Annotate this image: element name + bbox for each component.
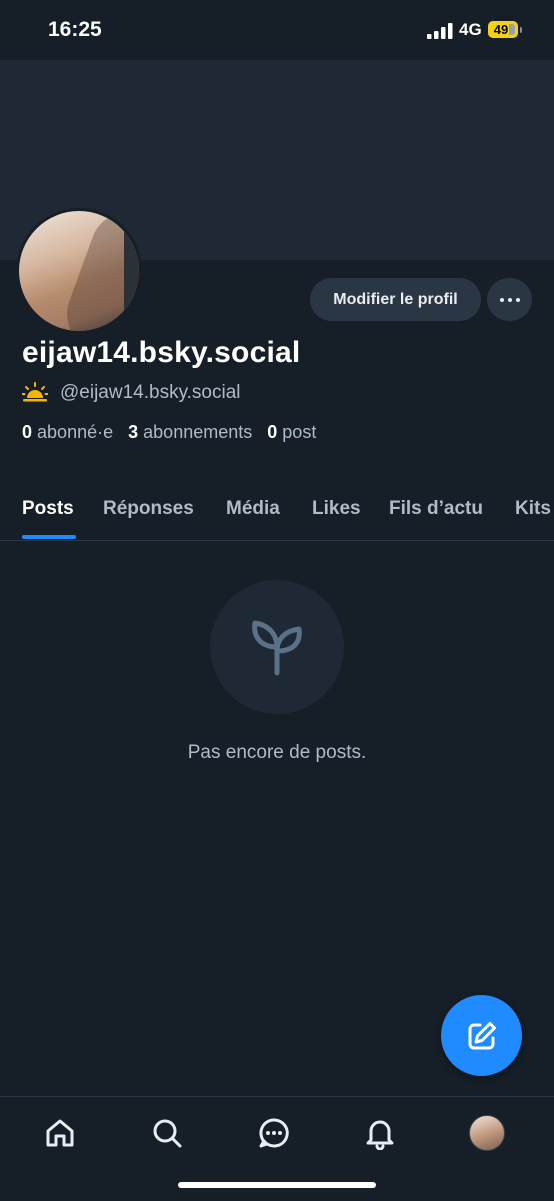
battery-icon: 49 xyxy=(488,21,518,38)
edit-profile-button[interactable]: Modifier le profil xyxy=(310,278,481,321)
search-icon xyxy=(153,1119,182,1148)
handle-row: @eijaw14.bsky.social xyxy=(22,382,241,404)
avatar xyxy=(469,1115,505,1151)
followers-link[interactable]: 0 abonné·e xyxy=(22,422,113,442)
compose-post-button[interactable] xyxy=(441,995,522,1076)
tab-starter-packs[interactable]: Kits xyxy=(515,498,551,520)
chat-icon xyxy=(259,1118,289,1148)
empty-state-text: Pas encore de posts. xyxy=(187,742,367,763)
status-time: 16:25 xyxy=(48,18,102,41)
compose-icon xyxy=(468,1021,496,1049)
seedling-icon xyxy=(252,620,302,676)
more-options-button[interactable] xyxy=(487,278,532,321)
nav-search[interactable] xyxy=(147,1113,187,1153)
battery-cap xyxy=(520,27,522,33)
profile-tabs: Posts Réponses Média Likes Fils d’actu K… xyxy=(0,486,554,541)
empty-state-icon-container xyxy=(210,580,344,714)
nav-chat[interactable] xyxy=(254,1113,294,1153)
following-link[interactable]: 3 abonnements xyxy=(128,422,252,442)
tab-likes[interactable]: Likes xyxy=(312,498,361,520)
battery-level: 49 xyxy=(493,22,509,37)
sunrise-icon xyxy=(22,382,48,402)
nav-home[interactable] xyxy=(40,1113,80,1153)
bell-icon xyxy=(366,1120,394,1150)
network-type: 4G xyxy=(459,20,482,39)
profile-handle: @eijaw14.bsky.social xyxy=(60,382,241,403)
display-name: eijaw14.bsky.social xyxy=(22,336,301,369)
home-indicator xyxy=(178,1182,376,1188)
nav-notifications[interactable] xyxy=(360,1113,400,1153)
ellipsis-icon xyxy=(499,297,504,302)
status-bar: 16:25 4G 49 xyxy=(0,0,554,60)
profile-avatar[interactable] xyxy=(16,208,142,334)
tab-feeds[interactable]: Fils d’actu xyxy=(389,498,483,520)
active-tab-indicator xyxy=(22,535,76,539)
tab-media[interactable]: Média xyxy=(226,498,280,520)
profile-stats: 0 abonné·e 3 abonnements 0 post xyxy=(22,422,316,443)
tab-replies[interactable]: Réponses xyxy=(103,498,194,520)
nav-profile[interactable] xyxy=(467,1113,507,1153)
posts-count: 0 post xyxy=(267,422,317,442)
tab-posts[interactable]: Posts xyxy=(22,498,74,520)
signal-icon xyxy=(427,23,453,39)
home-icon xyxy=(46,1119,74,1147)
